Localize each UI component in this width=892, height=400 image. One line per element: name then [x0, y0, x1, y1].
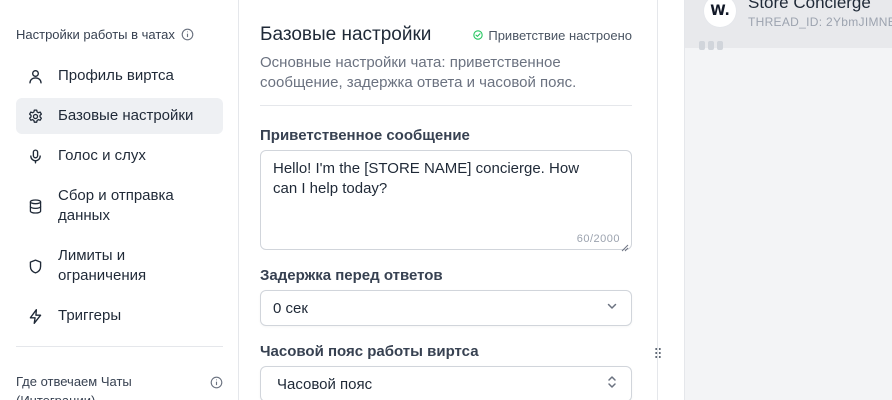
basic-settings-panel: Базовые настройки Приветствие настроено … — [240, 0, 658, 400]
greeting-textarea[interactable]: Hello! I'm the [STORE NAME] concierge. H… — [260, 150, 632, 252]
status-text: Приветствие настроено — [488, 27, 632, 43]
character-counter: 60/2000 — [576, 233, 620, 245]
shield-icon — [26, 257, 44, 275]
avatar: W. — [704, 0, 736, 27]
sidebar-item-triggers[interactable]: Триггеры — [16, 298, 223, 334]
delay-value: 0 сек — [273, 299, 308, 317]
timezone-value: Часовой пояс — [277, 375, 373, 393]
resize-handle-icon[interactable] — [621, 239, 629, 252]
sidebar-item-label: Профиль виртса — [58, 67, 174, 84]
page-subtitle: Основные настройки чата: приветственное … — [260, 54, 577, 91]
sidebar-section-header: Настройки работы в чатах — [16, 27, 223, 42]
chevron-down-icon — [605, 299, 619, 317]
drag-handle-icon[interactable] — [654, 347, 662, 359]
status-badge: Приветствие настроено — [473, 28, 632, 43]
info-icon[interactable] — [181, 28, 194, 41]
timezone-select[interactable]: Часовой пояс — [260, 366, 632, 400]
greeting-text[interactable]: Hello! I'm the [STORE NAME] concierge. H… — [273, 159, 603, 199]
page-title: Базовые настройки — [260, 24, 432, 45]
sidebar-item-basic-settings[interactable]: Базовые настройки — [16, 98, 223, 134]
title-row: Базовые настройки Приветствие настроено — [260, 24, 632, 46]
lightning-icon — [26, 307, 44, 325]
microphone-icon — [26, 147, 44, 165]
sidebar-item-voice[interactable]: Голос и слух — [16, 138, 223, 174]
delay-select[interactable]: 0 сек — [260, 290, 632, 326]
sidebar-item-data-collection[interactable]: Сбор и отправка данных — [16, 178, 223, 234]
integrations-section: Где отвечаем Чаты (Интеграции) — [16, 372, 223, 400]
sidebar-item-label: Базовые настройки — [58, 107, 194, 124]
timezone-label: Часовой пояс работы виртса — [260, 343, 479, 360]
info-icon[interactable] — [210, 376, 223, 389]
gear-icon — [26, 107, 44, 125]
settings-sidebar: Настройки работы в чатах Профиль виртса — [0, 0, 239, 400]
sidebar-item-label: Триггеры — [58, 307, 122, 324]
user-icon — [26, 67, 44, 85]
thread-id: THREAD_ID: 2YbmJIMNE0 — [748, 15, 892, 29]
typing-indicator — [699, 41, 723, 50]
sidebar-item-limits[interactable]: Лимиты и ограничения — [16, 238, 223, 294]
database-icon — [26, 197, 44, 215]
chevron-up-down-icon — [605, 375, 619, 393]
greeting-label: Приветственное сообщение — [260, 127, 470, 144]
panel-splitter[interactable] — [659, 0, 684, 400]
sidebar-item-label: Голос и слух — [58, 147, 146, 164]
sidebar-item-profile[interactable]: Профиль виртса — [16, 58, 223, 94]
chat-preview: W. Store Concierge THREAD_ID: 2YbmJIMNE0 — [684, 0, 892, 400]
header-divider — [260, 105, 632, 106]
delay-label: Задержка перед ответов — [260, 267, 443, 284]
sidebar-item-label: Лимиты и ограничения — [58, 247, 147, 284]
settings-nav: Профиль виртса Базовые настройки Голос и… — [16, 58, 223, 338]
sidebar-divider — [16, 346, 223, 347]
sidebar-item-label: Сбор и отправка данных — [58, 187, 174, 224]
check-icon — [473, 28, 484, 43]
chat-name: Store Concierge — [748, 0, 871, 12]
integrations-title: Где отвечаем Чаты (Интеграции) — [16, 374, 132, 400]
sidebar-section-title: Настройки работы в чатах — [16, 27, 175, 42]
